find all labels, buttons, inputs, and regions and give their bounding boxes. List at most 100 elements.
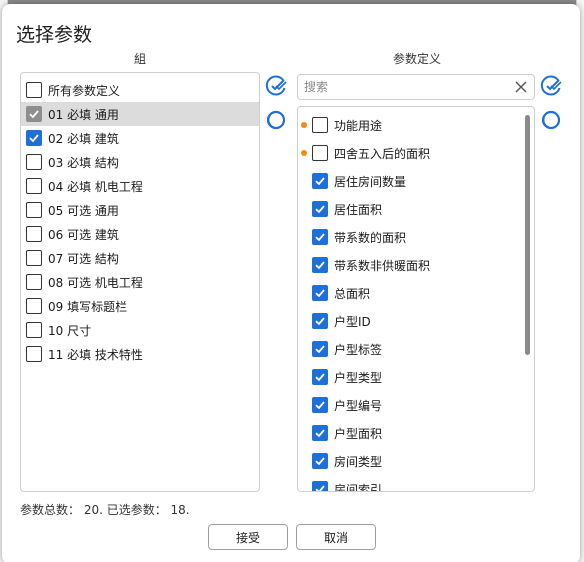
checkbox[interactable] <box>312 397 328 413</box>
item-label: 03 必填 結构 <box>48 155 119 170</box>
item-label: 06 可选 建筑 <box>48 227 119 242</box>
item-label: 01 必填 通用 <box>48 107 119 122</box>
list-item[interactable]: 所有参数定义 <box>21 78 259 102</box>
list-item[interactable]: 06 可选 建筑 <box>21 222 259 246</box>
check-all-icon <box>265 75 287 96</box>
select-parameters-dialog: 选择参数 組 参数定义 所有参数定义 01 必填 通用 02 必填 建筑 03 必填 … <box>2 4 580 562</box>
checkbox[interactable] <box>312 313 328 329</box>
item-label: 户型ID <box>334 314 371 329</box>
list-item[interactable]: 户型编号 <box>298 393 534 417</box>
checkbox[interactable] <box>312 257 328 273</box>
item-label: 所有参数定义 <box>48 83 121 98</box>
item-label: 10 尺寸 <box>48 323 92 338</box>
list-item[interactable]: 房间类型 <box>298 449 534 473</box>
checkbox[interactable] <box>26 322 42 338</box>
definitions-select-all-button[interactable] <box>539 74 563 98</box>
list-item[interactable]: 10 尺寸 <box>21 318 259 342</box>
checkbox[interactable] <box>312 173 328 189</box>
item-label: 09 填写标题栏 <box>48 299 128 314</box>
checkbox[interactable] <box>312 201 328 217</box>
definitions-search <box>297 74 535 100</box>
list-item[interactable]: 总面积 <box>298 281 534 305</box>
list-item[interactable]: 居住房间数量 <box>298 169 534 193</box>
list-item[interactable]: 功能用途 <box>298 113 534 137</box>
item-label: 户型编号 <box>334 398 383 413</box>
checkbox[interactable] <box>26 250 42 266</box>
checkbox[interactable] <box>26 226 42 242</box>
item-label: 居住面积 <box>334 202 383 217</box>
list-item[interactable]: 户型标签 <box>298 337 534 361</box>
item-label: 带系数的面积 <box>334 230 407 245</box>
definitions-list[interactable]: 功能用途四舍五入后的面积 居住房间数量 居住面积带系数的面积带系数非供暖面积总面积户… <box>297 106 535 492</box>
list-item[interactable]: 户型类型 <box>298 365 534 389</box>
list-item[interactable]: 带系数的面积 <box>298 225 534 249</box>
accept-button[interactable]: 接受 <box>208 524 288 550</box>
item-label: 户型标签 <box>334 342 383 357</box>
list-item[interactable]: 居住面积 <box>298 197 534 221</box>
list-item[interactable]: 11 必填 技术特性 <box>21 342 259 366</box>
checkbox[interactable] <box>26 346 42 362</box>
item-label: 户型面积 <box>334 426 383 441</box>
checkbox[interactable] <box>26 130 42 146</box>
list-item[interactable]: 08 可选 机电工程 <box>21 270 259 294</box>
definitions-deselect-all-button[interactable] <box>539 108 563 132</box>
check-all-icon <box>540 75 562 96</box>
checkbox[interactable] <box>26 106 42 122</box>
item-label: 四舍五入后的面积 <box>334 146 431 161</box>
item-label: 08 可选 机电工程 <box>48 275 143 290</box>
checkbox[interactable] <box>312 425 328 441</box>
checkbox[interactable] <box>312 229 328 245</box>
circle-clear-icon <box>266 110 286 130</box>
list-item[interactable]: 07 可选 結构 <box>21 246 259 270</box>
item-label: 05 可选 通用 <box>48 203 119 218</box>
list-item[interactable]: 03 必填 結构 <box>21 150 259 174</box>
close-icon <box>515 81 527 93</box>
unsaved-marker-icon <box>301 122 307 128</box>
cancel-button[interactable]: 取消 <box>296 524 376 550</box>
checkbox[interactable] <box>312 341 328 357</box>
checkbox[interactable] <box>26 82 42 98</box>
dialog-title: 选择参数 <box>16 24 93 46</box>
list-item[interactable]: 带系数非供暖面积 <box>298 253 534 277</box>
item-label: 11 必填 技术特性 <box>48 347 143 362</box>
item-label: 02 必填 建筑 <box>48 131 119 146</box>
checkbox[interactable] <box>26 154 42 170</box>
list-item[interactable]: 房间索引 <box>298 477 534 492</box>
item-label: 居住房间数量 <box>334 174 407 189</box>
checkbox[interactable] <box>312 285 328 301</box>
checkbox[interactable] <box>26 274 42 290</box>
groups-header: 組 <box>133 52 146 66</box>
unsaved-marker-icon <box>301 150 307 156</box>
item-label: 功能用途 <box>334 118 383 133</box>
checkbox[interactable] <box>312 453 328 469</box>
item-label: 房间类型 <box>334 454 383 469</box>
list-item[interactable]: 户型面积 <box>298 421 534 445</box>
list-item[interactable]: 四舍五入后的面积 <box>298 141 534 165</box>
item-label: 04 必填 机电工程 <box>48 179 143 194</box>
checkbox[interactable] <box>26 202 42 218</box>
checkbox[interactable] <box>26 298 42 314</box>
item-label: 户型类型 <box>334 370 383 385</box>
definitions-header: 参数定义 <box>392 52 441 66</box>
clear-search-button[interactable] <box>511 77 531 97</box>
groups-select-all-button[interactable] <box>264 74 288 98</box>
groups-deselect-all-button[interactable] <box>264 108 288 132</box>
list-item[interactable]: 09 填写标题栏 <box>21 294 259 318</box>
circle-clear-icon <box>541 110 561 130</box>
item-label: 总面积 <box>334 286 371 301</box>
list-item[interactable]: 05 可选 通用 <box>21 198 259 222</box>
list-item[interactable]: 02 必填 建筑 <box>21 126 259 150</box>
checkbox[interactable] <box>26 178 42 194</box>
checkbox[interactable] <box>312 369 328 385</box>
search-input[interactable] <box>304 76 511 98</box>
list-item[interactable]: 01 必填 通用 <box>21 102 259 126</box>
item-label: 房间索引 <box>334 482 383 492</box>
groups-list[interactable]: 所有参数定义 01 必填 通用 02 必填 建筑 03 必填 結构 04 必填 机电工程… <box>20 72 260 492</box>
checkbox[interactable] <box>312 145 328 161</box>
list-item[interactable]: 04 必填 机电工程 <box>21 174 259 198</box>
item-label: 07 可选 結构 <box>48 251 119 266</box>
checkbox[interactable] <box>312 117 328 133</box>
checkbox[interactable] <box>312 481 328 491</box>
list-item[interactable]: 户型ID <box>298 309 534 333</box>
status-text: 参数总数： 20. 已选参数： 18. <box>20 503 190 517</box>
